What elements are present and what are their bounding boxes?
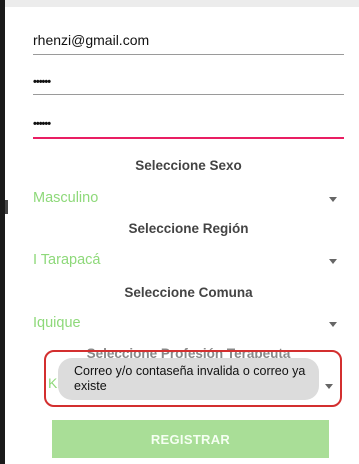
sex-label: Seleccione Sexo xyxy=(135,158,242,173)
confirm-password-field[interactable]: •••••• xyxy=(33,114,344,140)
region-selected: I Tarapacá xyxy=(33,252,101,268)
region-spinner[interactable]: I Tarapacá xyxy=(33,250,344,274)
dropdown-arrow-icon xyxy=(329,259,337,264)
sex-spinner[interactable]: Masculino xyxy=(33,188,344,212)
password-value: •••••• xyxy=(33,76,51,88)
comuna-spinner[interactable]: Iquique xyxy=(33,313,344,337)
dropdown-arrow-icon xyxy=(329,322,337,327)
comuna-label: Seleccione Comuna xyxy=(124,285,253,300)
password-field[interactable]: •••••• xyxy=(33,72,344,98)
window-edge xyxy=(0,0,5,464)
confirm-password-underline xyxy=(33,137,344,139)
password-underline xyxy=(33,94,344,95)
error-toast: Correo y/o contaseña invalida o correo y… xyxy=(58,358,319,400)
email-field[interactable]: rhenzi@gmail.com xyxy=(33,32,344,58)
toast-message: Correo y/o contaseña invalida o correo y… xyxy=(74,364,306,393)
sex-selected: Masculino xyxy=(33,190,99,206)
register-button[interactable]: REGISTRAR xyxy=(52,420,329,458)
comuna-selected: Iquique xyxy=(33,315,81,331)
region-label: Seleccione Región xyxy=(128,221,249,236)
dropdown-arrow-icon xyxy=(329,197,337,202)
email-value: rhenzi@gmail.com xyxy=(33,32,150,48)
confirm-password-value: •••••• xyxy=(33,118,51,130)
email-underline xyxy=(33,54,344,55)
top-bar xyxy=(5,0,359,7)
edge-marker xyxy=(5,200,8,214)
